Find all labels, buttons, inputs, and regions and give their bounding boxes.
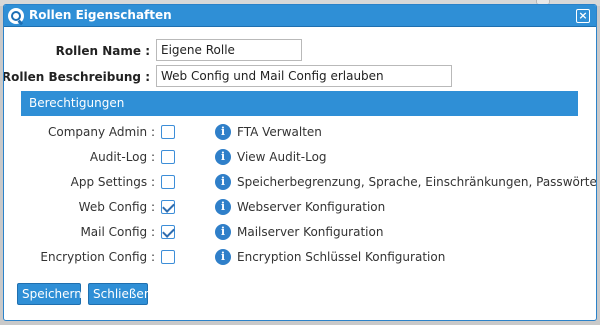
permission-row-mail-config: Mail Config : i Mailserver Konfiguration (4, 223, 596, 243)
permission-row-company-admin: Company Admin : i FTA Verwalten (4, 123, 596, 143)
info-icon[interactable]: i (215, 249, 231, 265)
permission-row-encryption-config: Encryption Config : i Encryption Schlüss… (4, 248, 596, 268)
permission-description: Webserver Konfiguration (237, 200, 386, 214)
mail-config-checkbox[interactable] (161, 225, 175, 239)
q-logo-icon (8, 8, 24, 24)
permission-description: Encryption Schlüssel Konfiguration (237, 250, 446, 264)
permission-label: Web Config : (78, 200, 155, 214)
permission-label: Encryption Config : (40, 250, 155, 264)
info-icon[interactable]: i (215, 149, 231, 165)
info-icon[interactable]: i (215, 124, 231, 140)
role-description-label: Rollen Beschreibung : (3, 70, 150, 84)
permission-description: FTA Verwalten (237, 125, 322, 139)
role-name-label: Rollen Name : (55, 44, 150, 58)
encryption-config-checkbox[interactable] (161, 250, 175, 264)
permission-label: Mail Config : (80, 225, 155, 239)
close-icon[interactable]: × (576, 9, 590, 23)
permission-description: Speicherbegrenzung, Sprache, Einschränku… (237, 175, 597, 189)
permission-row-app-settings: App Settings : i Speicherbegrenzung, Spr… (4, 173, 596, 193)
permission-description: Mailserver Konfiguration (237, 225, 384, 239)
audit-log-checkbox[interactable] (161, 150, 175, 164)
permissions-section-header: Berechtigungen (21, 91, 578, 116)
dialog-titlebar: Rollen Eigenschaften × (4, 5, 596, 27)
info-icon[interactable]: i (215, 224, 231, 240)
company-admin-checkbox[interactable] (161, 125, 175, 139)
role-name-input[interactable] (156, 39, 302, 61)
permission-description: View Audit-Log (237, 150, 327, 164)
permission-label: App Settings : (70, 175, 155, 189)
app-settings-checkbox[interactable] (161, 175, 175, 189)
role-description-input[interactable] (156, 65, 452, 87)
dialog-title: Rollen Eigenschaften (29, 8, 172, 22)
permission-row-audit-log: Audit-Log : i View Audit-Log (4, 148, 596, 168)
save-button[interactable]: Speichern (17, 283, 82, 305)
web-config-checkbox[interactable] (161, 200, 175, 214)
info-icon[interactable]: i (215, 199, 231, 215)
close-button[interactable]: Schließen (88, 283, 151, 305)
permission-label: Company Admin : (47, 125, 155, 139)
role-properties-dialog: Rollen Eigenschaften × Rollen Name : Rol… (3, 4, 597, 321)
permission-label: Audit-Log : (89, 150, 155, 164)
permission-row-web-config: Web Config : i Webserver Konfiguration (4, 198, 596, 218)
info-icon[interactable]: i (215, 174, 231, 190)
